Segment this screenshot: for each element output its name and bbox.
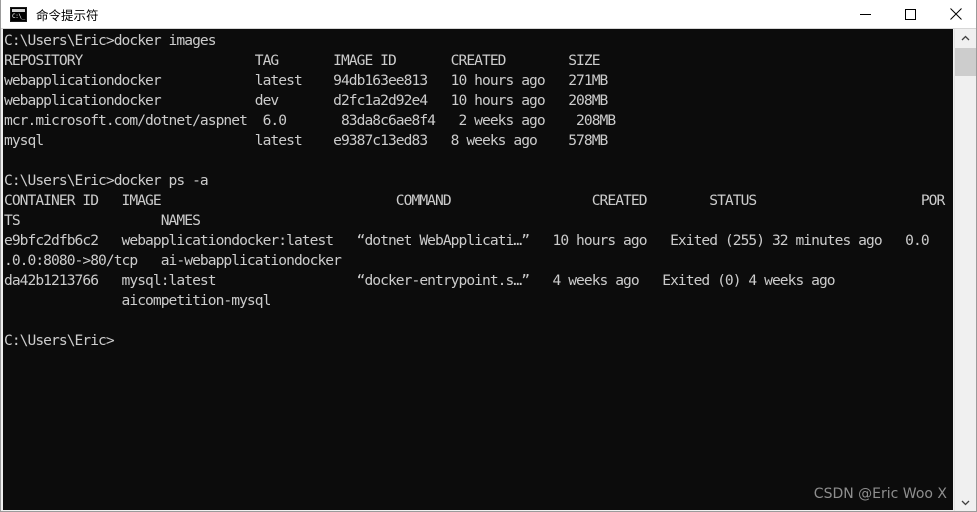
title-bar[interactable]: 命令提示符 — [1, 0, 976, 29]
title-bar-left: 命令提示符 — [1, 5, 843, 24]
scroll-up-button[interactable] — [955, 29, 976, 47]
cmd-icon — [10, 6, 27, 22]
minimize-icon — [860, 13, 871, 15]
command-prompt-window: 命令提示符 C:\Users\Eric>docker images R — [0, 0, 977, 512]
close-button[interactable] — [933, 0, 976, 29]
window-title: 命令提示符 — [36, 7, 99, 23]
scrollbar-track[interactable] — [955, 47, 976, 494]
minimize-button[interactable] — [843, 0, 888, 29]
scrollbar-thumb[interactable] — [955, 48, 976, 76]
chevron-up-icon — [961, 35, 970, 41]
vertical-scrollbar[interactable] — [954, 29, 976, 511]
terminal-text: C:\Users\Eric>docker images REPOSITORY T… — [4, 32, 945, 349]
terminal-output[interactable]: C:\Users\Eric>docker images REPOSITORY T… — [3, 29, 953, 510]
watermark-text: CSDN @Eric Woo X — [813, 486, 947, 502]
maximize-icon — [905, 8, 916, 20]
scroll-down-button[interactable] — [955, 494, 976, 511]
close-icon — [949, 8, 962, 20]
maximize-button[interactable] — [888, 0, 933, 29]
console-area: C:\Users\Eric>docker images REPOSITORY T… — [1, 29, 976, 511]
window-controls — [843, 0, 976, 29]
chevron-down-icon — [961, 500, 970, 506]
